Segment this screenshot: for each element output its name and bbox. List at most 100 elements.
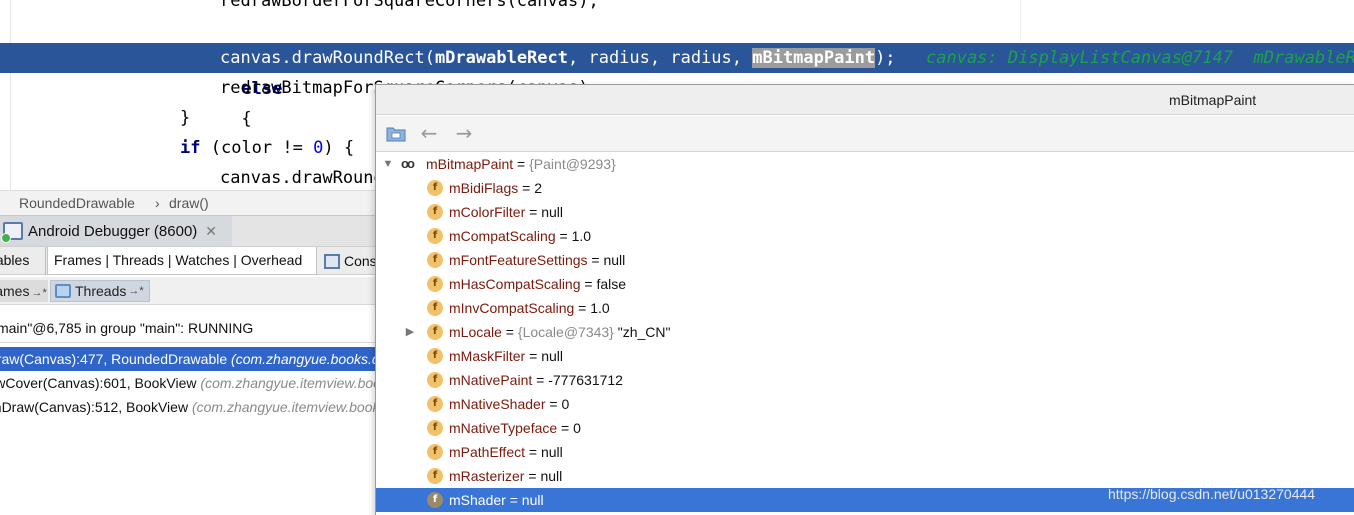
field-value: null <box>541 348 563 364</box>
field-value: null <box>540 468 563 484</box>
frame-row[interactable]: onDraw(Canvas):512, BookView (com.zhangy… <box>0 395 380 419</box>
object-icon: oo <box>401 156 415 171</box>
tab-label: Frames | Threads | Watches | Overhead <box>54 252 303 268</box>
forward-arrow-icon[interactable]: → <box>453 122 475 144</box>
tab-frames-threads-watches-overhead[interactable]: Frames | Threads | Watches | Overhead <box>47 247 317 275</box>
toggle-label: Threads <box>75 283 127 299</box>
breadcrumb-class[interactable]: RoundedDrawable <box>19 191 135 215</box>
field-value: null <box>603 252 626 268</box>
close-icon[interactable]: ✕ <box>205 223 217 240</box>
field-value: "zh_CN" <box>617 324 671 340</box>
tree-row-field-expandable[interactable]: ▶ f mLocale = {Locale@7343} "zh_CN" <box>376 320 1354 344</box>
threads-toggle[interactable]: Threads →* <box>50 280 150 302</box>
tree-row-field[interactable]: f mNativeShader = 0 <box>376 392 1354 416</box>
tree-row-field[interactable]: f mRasterizer = null <box>376 464 1354 488</box>
popup-title-bar[interactable]: mBitmapPaint <box>376 85 1354 115</box>
number-literal: 0 <box>313 138 324 158</box>
tree-row-field[interactable]: f mHasCompatScaling = false <box>376 272 1354 296</box>
tree-row-field[interactable]: f mCompatScaling = 1.0 <box>376 224 1354 248</box>
tree-row-field[interactable]: f mNativeTypeface = 0 <box>376 416 1354 440</box>
current-execution-line[interactable]: canvas.drawRoundRect(mDrawableRect, radi… <box>0 43 1354 73</box>
breadcrumb: RoundedDrawable › draw() <box>0 190 380 215</box>
field-value: 0 <box>561 396 570 412</box>
frames-toggle[interactable]: Frames→* <box>0 280 48 302</box>
code-line[interactable]: } else { <box>0 14 1354 129</box>
field-icon: f <box>427 228 443 244</box>
field-name: mHasCompatScaling <box>449 276 581 292</box>
tab-label: Variables <box>0 252 30 268</box>
tree-row-field[interactable]: f mColorFilter = null <box>376 200 1354 224</box>
field-name: mMaskFilter <box>449 348 526 364</box>
frame-package: (com.zhangyue.itemview.book) <box>191 399 380 415</box>
tree-row-field[interactable]: f mPathEffect = null <box>376 440 1354 464</box>
field-icon: f <box>427 276 443 292</box>
code-token: canvas.drawRoundRect( <box>220 48 435 68</box>
threads-icon <box>55 284 71 298</box>
frame-method: draw(Canvas):477, RoundedDrawable <box>0 351 228 367</box>
field-name: mNativeShader <box>449 396 546 412</box>
field-icon: f <box>427 252 443 268</box>
tree-row-field[interactable]: f mBidiFlags = 2 <box>376 176 1354 200</box>
code-token: mDrawableRect <box>434 48 568 68</box>
code-text: canvas.drawRoundRect(mDrawableRect, radi… <box>220 43 896 73</box>
field-name: mShader <box>449 492 506 508</box>
popup-toolbar: ← → <box>376 116 1354 152</box>
field-value: null <box>540 444 563 460</box>
variables-tree: ▼ oo mBitmapPaint = {Paint@9293} f mBidi… <box>376 152 1354 512</box>
tab-label: Android Debugger (8600) <box>28 222 198 240</box>
field-name: mNativePaint <box>449 372 533 388</box>
pin-icon: →* <box>128 285 144 297</box>
field-value: false <box>596 276 627 292</box>
frame-row[interactable]: drawCover(Canvas):601, BookView (com.zha… <box>0 371 380 395</box>
tree-row-root[interactable]: ▼ oo mBitmapPaint = {Paint@9293} <box>376 152 1354 176</box>
variable-ref: {Paint@9293} <box>529 156 616 172</box>
tree-row-field[interactable]: f mFontFeatureSettings = null <box>376 248 1354 272</box>
field-value: 1.0 <box>590 300 610 316</box>
code-text: if (color != 0) { <box>180 133 354 163</box>
expand-down-icon[interactable]: ▼ <box>381 152 395 176</box>
field-name: mCompatScaling <box>449 228 556 244</box>
field-name: mFontFeatureSettings <box>449 252 588 268</box>
field-icon: f <box>427 468 443 484</box>
selected-expression[interactable]: mBitmapPaint <box>752 48 876 68</box>
field-icon: f <box>427 396 443 412</box>
debugger-subtabs: Variables Frames | Threads | Watches | O… <box>0 246 380 275</box>
breadcrumb-separator: › <box>155 195 160 211</box>
frame-row[interactable]: draw(Canvas):477, RoundedDrawable (com.z… <box>0 347 380 371</box>
tree-row-field[interactable]: f mNativePaint = -777631712 <box>376 368 1354 392</box>
field-name: mPathEffect <box>449 444 526 460</box>
back-arrow-icon[interactable]: ← <box>418 122 440 144</box>
frame-package: (com.zhangyue.books.drawable) <box>231 351 380 367</box>
expand-right-icon[interactable]: ▶ <box>403 320 417 344</box>
field-icon: f <box>427 180 443 196</box>
tree-row-field[interactable]: f mInvCompatScaling = 1.0 <box>376 296 1354 320</box>
equals: = <box>513 156 530 172</box>
tree-row-field[interactable]: f mMaskFilter = null <box>376 344 1354 368</box>
field-icon: f <box>427 204 443 220</box>
pin-icon: →* <box>31 287 47 299</box>
debugger-header: Android Debugger (8600) ✕ <box>0 215 380 246</box>
debugger-icon <box>1 222 23 243</box>
code-token: (color != <box>210 138 314 158</box>
field-value: null <box>521 492 544 508</box>
breadcrumb-method[interactable]: draw() <box>169 191 209 215</box>
frames-threads-toolbar: Frames→* Threads→* <box>0 277 380 305</box>
tab-console[interactable]: Console <box>318 247 380 275</box>
code-token: ); <box>875 48 896 68</box>
quick-evaluate-popup[interactable]: mBitmapPaint ← → ▼ oo mBitmapPaint = {Pa… <box>375 84 1354 515</box>
field-value: 1.0 <box>571 228 592 244</box>
field-name: mColorFilter <box>449 204 526 220</box>
field-value: -777631712 <box>548 372 623 388</box>
console-icon <box>324 253 340 269</box>
tab-android-debugger[interactable]: Android Debugger (8600) ✕ <box>0 216 232 246</box>
field-icon: f <box>427 492 443 508</box>
frame-method: drawCover(Canvas):601, BookView <box>0 375 197 391</box>
thread-selector-value: "main"@6,785 in group "main": RUNNING <box>0 320 254 336</box>
variable-name: mBitmapPaint <box>426 156 514 172</box>
thread-selector[interactable]: "main"@6,785 in group "main": RUNNING <box>0 313 380 343</box>
tab-variables[interactable]: Variables <box>0 247 46 275</box>
field-name: mRasterizer <box>449 468 525 484</box>
field-ref: {Locale@7343} <box>517 324 614 340</box>
field-name: mBidiFlags <box>449 180 519 196</box>
folder-icon[interactable] <box>386 125 406 142</box>
